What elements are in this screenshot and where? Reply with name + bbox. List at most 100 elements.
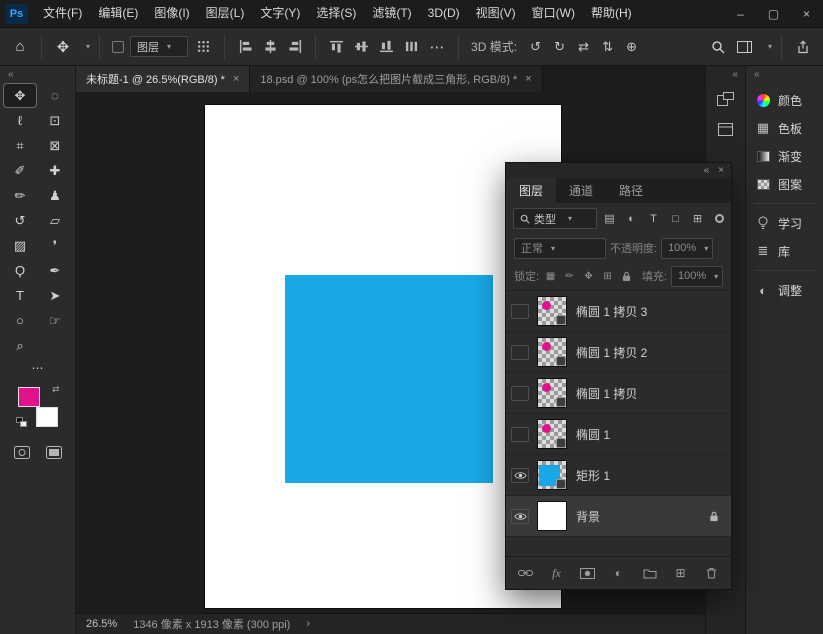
align-right-icon[interactable]: [284, 36, 306, 58]
workspace-switcher-icon[interactable]: [733, 35, 757, 59]
tab-channels[interactable]: 通道: [556, 178, 606, 203]
visibility-toggle[interactable]: [511, 427, 529, 442]
close-button[interactable]: ×: [790, 0, 823, 27]
filter-pixel-layers-icon[interactable]: ▤: [600, 209, 619, 228]
tab-layers[interactable]: 图层: [506, 178, 556, 203]
history-brush-tool[interactable]: ↺: [4, 209, 36, 232]
new-layer-icon[interactable]: ⊞: [672, 565, 690, 581]
menu-help[interactable]: 帮助(H): [583, 0, 640, 27]
filter-type-layers-icon[interactable]: T: [644, 209, 663, 228]
blend-mode-select[interactable]: 正常 ▾: [514, 238, 606, 259]
panel-adjustments[interactable]: ◐ 调整: [746, 276, 823, 304]
visibility-toggle[interactable]: [511, 468, 529, 483]
panel-learn[interactable]: 学习: [746, 209, 823, 237]
filter-adjustment-layers-icon[interactable]: ◐: [622, 209, 641, 228]
collapsed-panel-icon-2[interactable]: [712, 116, 740, 142]
align-middle-vertical-icon[interactable]: [350, 36, 372, 58]
lock-image-pixels-icon[interactable]: ✏: [562, 268, 577, 284]
panel-drag-bar[interactable]: « ×: [506, 163, 731, 178]
zoom-tool[interactable]: ⌕: [4, 334, 36, 357]
quick-mask-button[interactable]: [11, 443, 33, 461]
auto-select-checkbox[interactable]: [112, 41, 124, 53]
filter-shape-layers-icon[interactable]: □: [666, 209, 685, 228]
pen-tool[interactable]: ✒: [39, 259, 71, 282]
layer-effects-icon[interactable]: fx: [548, 565, 566, 581]
lasso-tool[interactable]: ℓ: [4, 109, 36, 132]
object-selection-tool[interactable]: ⊡: [39, 109, 71, 132]
dodge-tool[interactable]: Ϙ: [4, 259, 36, 282]
layer-thumbnail[interactable]: [537, 419, 567, 449]
layer-thumbnail[interactable]: [537, 378, 567, 408]
type-tool[interactable]: T: [4, 284, 36, 307]
toolbar-collapse-icon[interactable]: «: [0, 66, 14, 82]
opacity-select[interactable]: 100% ▾: [661, 238, 713, 259]
menu-window[interactable]: 窗口(W): [524, 0, 583, 27]
align-left-icon[interactable]: [234, 36, 256, 58]
panel-color[interactable]: 颜色: [746, 86, 823, 114]
search-icon[interactable]: [706, 35, 730, 59]
lock-artboard-icon[interactable]: ⊞: [600, 268, 615, 284]
zoom-level[interactable]: 26.5%: [86, 618, 117, 630]
frame-tool[interactable]: ⊠: [39, 134, 71, 157]
menu-3d[interactable]: 3D(D): [420, 0, 468, 27]
layer-row[interactable]: 矩形 1: [506, 455, 731, 496]
menu-select[interactable]: 选择(S): [308, 0, 364, 27]
filter-smart-objects-icon[interactable]: ⊞: [688, 209, 707, 228]
eyedropper-tool[interactable]: ✐: [4, 159, 36, 182]
selection-scope-select[interactable]: 图层 ▾: [130, 36, 188, 57]
3d-scale-icon[interactable]: ⊕: [621, 36, 642, 58]
document-tab-untitled[interactable]: 未标题-1 @ 26.5%(RGB/8) * ×: [76, 66, 250, 92]
menu-file[interactable]: 文件(F): [35, 0, 90, 27]
gradient-tool[interactable]: ▨: [4, 234, 36, 257]
menu-type[interactable]: 文字(Y): [252, 0, 308, 27]
visibility-toggle[interactable]: [511, 304, 529, 319]
3d-slide-icon[interactable]: ⇅: [597, 36, 618, 58]
3d-roll-icon[interactable]: ↻: [549, 36, 570, 58]
menu-image[interactable]: 图像(I): [146, 0, 197, 27]
layer-row[interactable]: 椭圆 1 拷贝 2: [506, 332, 731, 373]
default-colors-icon[interactable]: [16, 417, 27, 427]
edit-toolbar-icon[interactable]: ⋯: [4, 359, 71, 377]
screen-mode-button[interactable]: [43, 443, 65, 461]
layer-row[interactable]: 椭圆 1 拷贝: [506, 373, 731, 414]
visibility-toggle[interactable]: [511, 386, 529, 401]
layer-thumbnail[interactable]: [537, 296, 567, 326]
layer-thumbnail[interactable]: [537, 460, 567, 490]
move-tool[interactable]: ✥: [4, 84, 36, 107]
elliptical-marquee-tool[interactable]: ◌: [39, 84, 71, 107]
align-top-icon[interactable]: [325, 36, 347, 58]
dock-collapse-icon[interactable]: «: [732, 66, 745, 82]
path-selection-tool[interactable]: ➤: [39, 284, 71, 307]
align-center-horizontal-icon[interactable]: [259, 36, 281, 58]
minimize-button[interactable]: –: [724, 0, 757, 27]
menu-edit[interactable]: 编辑(E): [90, 0, 146, 27]
tab-close-icon[interactable]: ×: [525, 73, 531, 85]
share-icon[interactable]: [791, 35, 815, 59]
foreground-color-swatch[interactable]: [18, 387, 40, 407]
layer-row[interactable]: 背景: [506, 496, 731, 537]
panel-patterns[interactable]: 图案: [746, 170, 823, 198]
fill-select[interactable]: 100% ▾: [671, 266, 723, 287]
lock-position-icon[interactable]: ✥: [581, 268, 596, 284]
panel-collapse-icon[interactable]: «: [704, 165, 710, 176]
maximize-button[interactable]: ▢: [757, 0, 790, 27]
adjustment-layer-icon[interactable]: ◐: [610, 565, 628, 581]
tab-paths[interactable]: 路径: [606, 178, 656, 203]
new-group-icon[interactable]: [641, 565, 659, 581]
hand-tool[interactable]: ☞: [39, 309, 71, 332]
align-bottom-icon[interactable]: [375, 36, 397, 58]
home-icon[interactable]: ⌂: [8, 35, 32, 59]
3d-pan-icon[interactable]: ⇄: [573, 36, 594, 58]
ellipse-tool[interactable]: ○: [4, 309, 36, 332]
document-tab-18psd[interactable]: 18.psd @ 100% (ps怎么把图片截成三角形, RGB/8) * ×: [250, 66, 542, 92]
menu-layer[interactable]: 图层(L): [198, 0, 253, 27]
tab-close-icon[interactable]: ×: [233, 73, 239, 85]
layer-thumbnail[interactable]: [537, 337, 567, 367]
panel-libraries[interactable]: ≣ 库: [746, 237, 823, 265]
move-tool-icon[interactable]: ✥: [51, 35, 75, 59]
distribute-horizontal-icon[interactable]: [400, 36, 422, 58]
menu-view[interactable]: 视图(V): [468, 0, 524, 27]
lock-all-icon[interactable]: [619, 268, 634, 284]
collapsed-panel-icon-1[interactable]: [712, 86, 740, 112]
3d-orbit-icon[interactable]: ↺: [525, 36, 546, 58]
